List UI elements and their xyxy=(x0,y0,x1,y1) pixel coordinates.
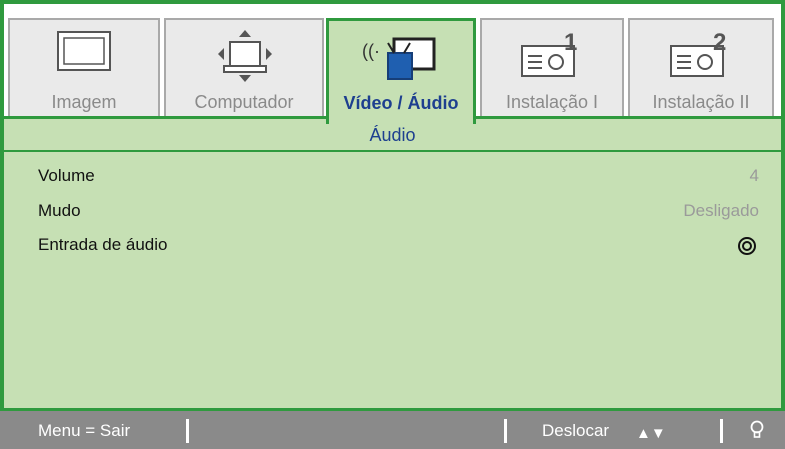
menu-item-volume[interactable]: Volume 4 xyxy=(4,162,781,192)
tab-label: Vídeo / Áudio xyxy=(343,93,459,113)
tab-label: Computador xyxy=(194,92,294,112)
status-divider xyxy=(720,419,723,443)
menu-item-mudo[interactable]: Mudo Desligado xyxy=(4,197,781,227)
tab-label: Imagem xyxy=(51,92,117,112)
exit-hint: Menu = Sair xyxy=(38,421,131,440)
svg-text:2: 2 xyxy=(713,29,726,56)
tab-video-audio[interactable]: ((· Vídeo / Áudio xyxy=(326,18,476,124)
svg-text:((·: ((· xyxy=(362,41,380,61)
status-bar: Menu = Sair Deslocar ▲▼ xyxy=(0,408,785,449)
menu-item-label: Mudo xyxy=(38,201,81,220)
video-audio-icon: ((· xyxy=(358,29,444,92)
up-down-arrows-icon: ▲▼ xyxy=(636,425,666,442)
status-divider xyxy=(504,419,507,443)
menu-tabs: Imagem Computador ((· Vídeo / Áudio 1 In… xyxy=(4,4,781,124)
volume-value: 4 xyxy=(749,166,759,185)
projector-setup-2-icon: 2 xyxy=(663,28,739,89)
move-hint: Deslocar xyxy=(542,421,610,440)
lamp-icon xyxy=(750,420,764,445)
status-divider xyxy=(186,419,189,443)
computer-icon xyxy=(204,28,284,89)
monitor-icon xyxy=(54,28,114,83)
audio-settings-panel: Áudio Volume 4 Mudo Desligado Entrada de… xyxy=(4,116,781,408)
menu-item-label: Entrada de áudio xyxy=(38,235,168,254)
tab-instalacao-2[interactable]: 2 Instalação II xyxy=(628,18,774,122)
enter-submenu-icon[interactable] xyxy=(737,236,757,256)
tab-instalacao-1[interactable]: 1 Instalação I xyxy=(480,18,624,122)
menu-item-label: Volume xyxy=(38,166,95,185)
menu-item-entrada-de-audio[interactable]: Entrada de áudio xyxy=(4,231,781,261)
mute-value: Desligado xyxy=(683,201,759,220)
projector-setup-1-icon: 1 xyxy=(514,28,590,89)
tab-imagem[interactable]: Imagem xyxy=(8,18,160,122)
tab-label: Instalação I xyxy=(505,92,599,112)
tab-label: Instalação II xyxy=(652,92,750,112)
tab-computador[interactable]: Computador xyxy=(164,18,324,122)
svg-text:1: 1 xyxy=(564,29,577,56)
